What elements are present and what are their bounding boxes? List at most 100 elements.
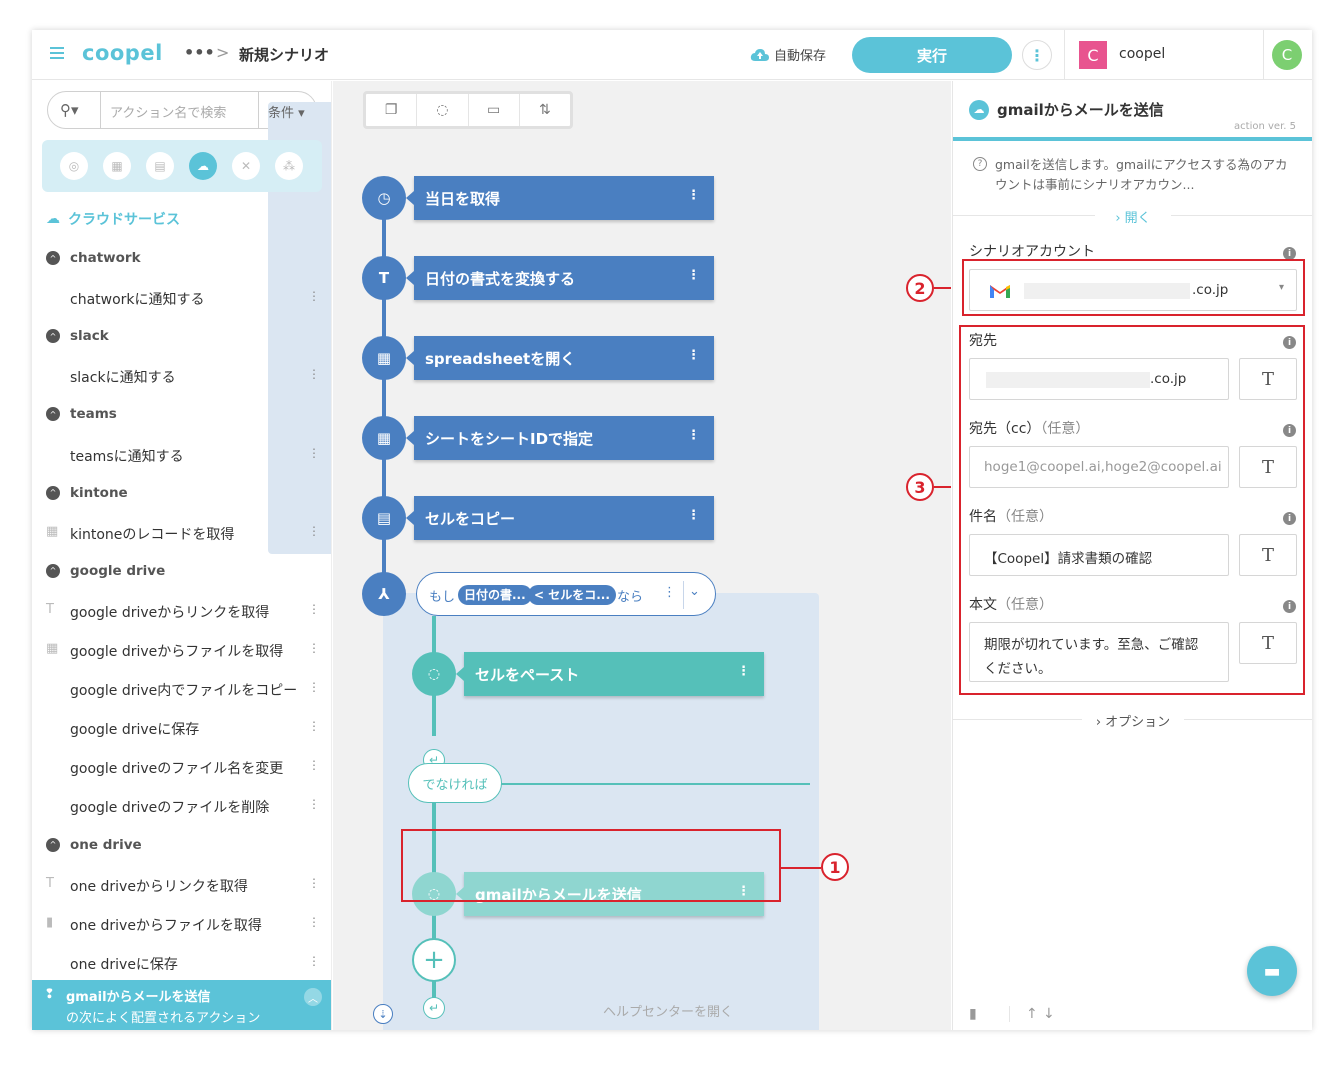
tools-category-icon[interactable]: ✕ xyxy=(232,152,260,180)
item-menu-icon[interactable]: ⋮ xyxy=(308,954,320,968)
action-sidebar: ⚲▾ アクション名で検索 条件 ▾ ◎ ▦ ▤ ☁ ✕ ⁂ ☁ クラウドサービス … xyxy=(32,81,332,1030)
search-box[interactable]: ⚲▾ アクション名で検索 条件 ▾ xyxy=(47,91,331,554)
sidebar-item-label: google driveに保存 xyxy=(70,722,200,739)
page-title[interactable]: 新規シナリオ xyxy=(239,44,329,65)
scroll-down-icon[interactable]: ⇣ xyxy=(373,1004,393,1024)
more-options-button[interactable]: ⋮ xyxy=(1022,40,1052,70)
item-menu-icon[interactable]: ⋮ xyxy=(308,758,320,772)
step-label: spreadsheetを開く xyxy=(425,350,576,368)
breadcrumb-more[interactable]: ••• xyxy=(184,43,215,62)
sidebar-item-label: google driveのファイルを削除 xyxy=(70,800,270,817)
condition-chip-left[interactable]: 日付の書... xyxy=(458,585,532,605)
open-description-link[interactable]: › 開く xyxy=(953,207,1312,226)
clock-icon[interactable]: ◷ xyxy=(362,176,406,220)
item-menu-icon[interactable]: ⋮ xyxy=(308,289,320,303)
condition-chip-right[interactable]: < セルをコ... xyxy=(528,585,616,605)
return-icon[interactable]: ↵ xyxy=(423,997,445,1019)
sidebar-item[interactable]: ▮ one driveからファイルを取得 ⋮ xyxy=(32,903,331,943)
help-center-link[interactable]: ヘルプセンターを開く xyxy=(603,1001,733,1020)
sidebar-item[interactable]: google driveのファイル名を変更 ⋮ xyxy=(32,746,331,786)
suggestion-footer[interactable]: ❢ gmailからメールを送信 の次によく配置されるアクション ︿ xyxy=(32,980,331,1030)
sidebar-group[interactable]: ^ kintone xyxy=(32,473,331,513)
other-category-icon[interactable]: ⁂ xyxy=(275,152,303,180)
trash-icon[interactable]: ▮ xyxy=(969,1006,1009,1022)
step-card-paste[interactable]: セルをペースト ⋮ xyxy=(456,652,764,696)
item-menu-icon[interactable]: ⋮ xyxy=(308,641,320,655)
item-menu-icon[interactable]: ⋮ xyxy=(308,876,320,890)
comment-icon[interactable]: ▭ xyxy=(469,94,520,126)
sidebar-item[interactable]: slackに通知する ⋮ xyxy=(32,355,331,395)
sidebar-item[interactable]: google drive内でファイルをコピー ⋮ xyxy=(32,668,331,708)
sidebar-item[interactable]: Tone driveからリンクを取得 ⋮ xyxy=(32,864,331,904)
chevron-down-icon[interactable]: ⌄ xyxy=(689,584,700,599)
sidebar-item[interactable]: Tgoogle driveからリンクを取得 ⋮ xyxy=(32,590,331,630)
step-card[interactable]: spreadsheetを開く ⋮ xyxy=(406,336,714,380)
cloud-category-icon[interactable]: ☁ xyxy=(189,152,217,180)
item-menu-icon[interactable]: ⋮ xyxy=(308,719,320,733)
sidebar-group[interactable]: ^ slack xyxy=(32,316,331,356)
excel-category-icon[interactable]: ▦ xyxy=(103,152,131,180)
step-menu-icon[interactable]: ⋮ xyxy=(737,664,750,679)
cloud-icon: ☁ xyxy=(969,99,989,120)
file-category-icon[interactable]: ▤ xyxy=(146,152,174,180)
step-card[interactable]: シートをシートIDで指定 ⋮ xyxy=(406,416,714,460)
step-card[interactable]: セルをコピー ⋮ xyxy=(406,496,714,540)
account-switcher[interactable]: C coopel xyxy=(1064,30,1264,80)
hide-icon[interactable]: ◌ xyxy=(417,94,469,126)
step-menu-icon[interactable]: ⋮ xyxy=(687,188,700,203)
cells-icon[interactable]: ▤ xyxy=(362,496,406,540)
user-avatar[interactable]: C xyxy=(1272,40,1302,70)
item-menu-icon[interactable]: ⋮ xyxy=(308,446,320,460)
header: coopel ••• > 新規シナリオ 自動保存 実行 ⋮ C coopel C xyxy=(32,30,1312,80)
collapse-icon[interactable]: ⇅ xyxy=(520,94,570,126)
move-up-icon[interactable]: ↑ xyxy=(1009,1006,1043,1022)
run-button[interactable]: 実行 xyxy=(852,37,1012,73)
sidebar-item[interactable]: google driveのファイルを削除 ⋮ xyxy=(32,785,331,825)
search-icon[interactable]: ⚲▾ xyxy=(60,101,79,119)
item-menu-icon[interactable]: ⋮ xyxy=(308,602,320,616)
step-menu-icon[interactable]: ⋮ xyxy=(687,268,700,283)
step-menu-icon[interactable]: ⋮ xyxy=(687,428,700,443)
divider xyxy=(258,92,259,128)
copy-icon[interactable]: ❐ xyxy=(366,94,418,126)
item-menu-icon[interactable]: ⋮ xyxy=(308,797,320,811)
sidebar-group[interactable]: ^ one drive xyxy=(32,825,331,865)
step-menu-icon[interactable]: ⋮ xyxy=(687,348,700,363)
options-toggle[interactable]: › オプション xyxy=(953,711,1312,730)
else-label[interactable]: でなければ xyxy=(408,763,502,803)
suggestion-icon: ❢ xyxy=(44,987,55,1002)
sidebar-item[interactable]: chatworkに通知する ⋮ xyxy=(32,277,331,317)
if-condition[interactable]: もし 日付の書... < セルをコ... なら ⋮ ⌄ xyxy=(416,572,716,616)
web-category-icon[interactable]: ◎ xyxy=(60,152,88,180)
table-icon[interactable]: ▦ xyxy=(362,416,406,460)
sidebar-item[interactable]: ▦ kintoneのレコードを取得 ⋮ xyxy=(32,512,331,552)
chevron-up-icon[interactable]: ︿ xyxy=(304,988,322,1006)
item-menu-icon[interactable]: ⋮ xyxy=(308,367,320,381)
item-menu-icon[interactable]: ⋮ xyxy=(308,915,320,929)
branch-icon[interactable]: ⅄ xyxy=(362,572,406,616)
sidebar-item[interactable]: ▦ google driveからファイルを取得 ⋮ xyxy=(32,629,331,669)
sidebar-item[interactable]: one driveに保存 ⋮ xyxy=(32,942,331,982)
item-menu-icon[interactable]: ⋮ xyxy=(308,524,320,538)
menu-icon[interactable] xyxy=(50,47,64,59)
sidebar-item[interactable]: google driveに保存 ⋮ xyxy=(32,707,331,747)
sidebar-group[interactable]: ^ teams xyxy=(32,394,331,434)
add-step-button[interactable]: + xyxy=(412,938,456,982)
sidebar-group[interactable]: ^ google drive xyxy=(32,551,331,591)
step-menu-icon[interactable]: ⋮ xyxy=(687,508,700,523)
step-card[interactable]: 当日を取得 ⋮ xyxy=(406,176,714,220)
sidebar-item[interactable]: teamsに通知する ⋮ xyxy=(32,434,331,474)
item-menu-icon[interactable]: ⋮ xyxy=(308,680,320,694)
table-icon[interactable]: ▦ xyxy=(362,336,406,380)
condition-menu-icon[interactable]: ⋮ xyxy=(663,585,676,600)
move-down-icon[interactable]: ↓ xyxy=(1043,1006,1073,1022)
flow-canvas: ❐ ◌ ▭ ⇅ ◷ 当日を取得 ⋮ T 日付の書式を変換する ⋮ ▦ spreadsheetを… xyxy=(333,81,951,1030)
search-input[interactable]: アクション名で検索 xyxy=(110,102,226,121)
grid-icon: ▦ xyxy=(46,641,59,656)
text-icon[interactable]: T xyxy=(362,256,406,300)
action-version: action ver. 5 xyxy=(1234,121,1296,132)
loading-icon[interactable]: ◌ xyxy=(412,652,456,696)
sidebar-group[interactable]: ^ chatwork xyxy=(32,238,331,278)
chat-icon[interactable]: ▬ xyxy=(1247,946,1297,996)
step-card[interactable]: 日付の書式を変換する ⋮ xyxy=(406,256,714,300)
